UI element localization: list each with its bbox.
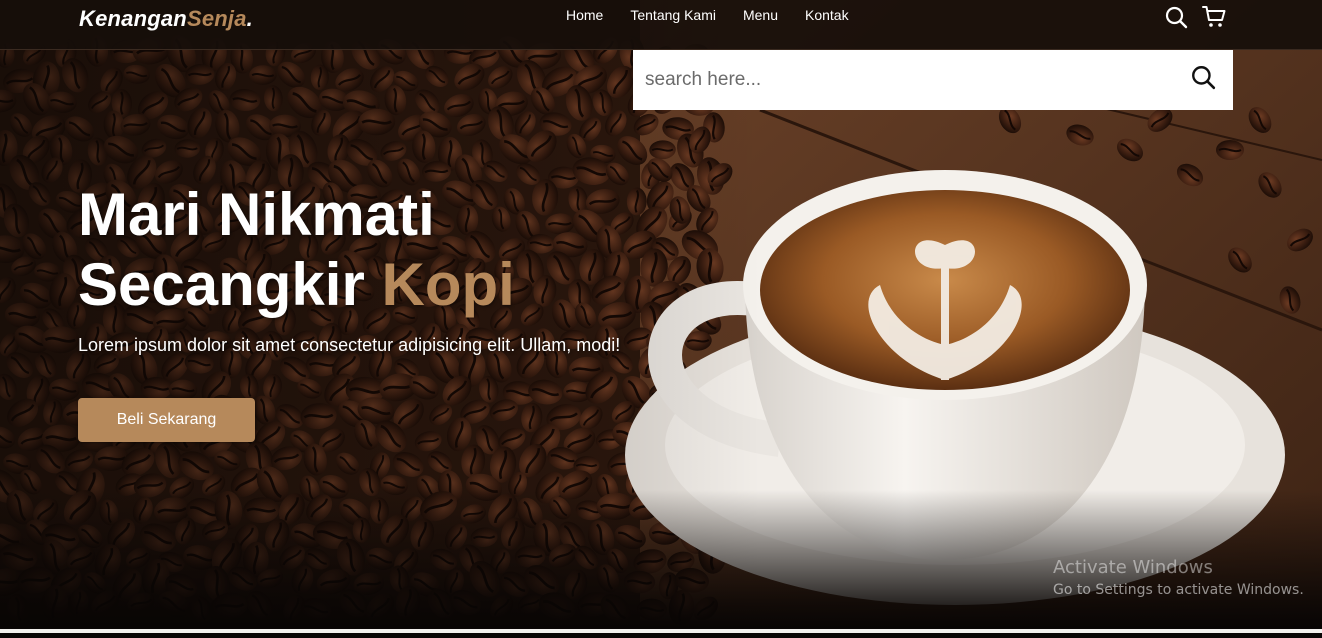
brand-name-dot: . (246, 6, 253, 31)
hero-description: Lorem ipsum dolor sit amet consectetur a… (78, 335, 621, 355)
search-input[interactable] (633, 50, 1183, 110)
hero-title: Mari Nikmati Secangkir Kopi (78, 180, 515, 320)
nav-link-menu[interactable]: Menu (743, 7, 778, 24)
search-box (633, 50, 1233, 110)
activate-windows-title: Activate Windows (1053, 557, 1213, 578)
navbar: KenanganSenja. Home Tentang Kami Menu Ko… (0, 0, 1322, 50)
nav-link-tentang-kami[interactable]: Tentang Kami (630, 7, 716, 24)
brand-logo[interactable]: KenanganSenja. (79, 6, 253, 32)
nav-link-kontak[interactable]: Kontak (805, 7, 849, 24)
brand-name-accent: Senja (186, 6, 247, 31)
cart-icon[interactable] (1202, 5, 1226, 29)
nav-links: Home Tentang Kami Menu Kontak (566, 7, 876, 24)
nav-link-home[interactable]: Home (566, 7, 603, 24)
hero-title-accent: Kopi (381, 251, 515, 318)
hero-title-line1: Mari Nikmati (78, 181, 435, 248)
hero-title-line2: Secangkir (78, 251, 382, 318)
buy-now-button[interactable]: Beli Sekarang (78, 398, 255, 442)
section-divider (0, 629, 1322, 633)
activate-windows-subtitle: Go to Settings to activate Windows. (1053, 582, 1304, 598)
search-icon[interactable] (1164, 5, 1188, 29)
brand-name-main: Kenangan (79, 6, 187, 31)
search-icon[interactable] (1190, 64, 1216, 90)
nav-icons (1164, 5, 1226, 29)
